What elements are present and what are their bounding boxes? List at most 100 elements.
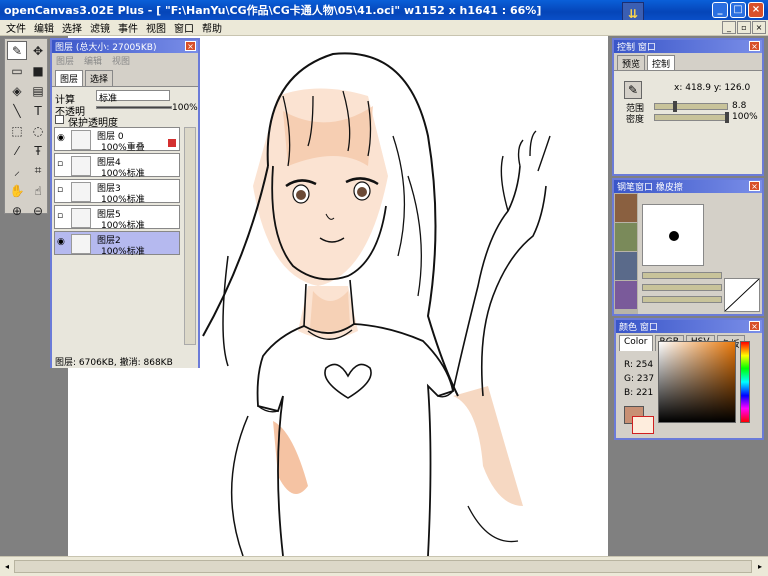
visibility-eye-icon[interactable]: ◉: [57, 237, 69, 249]
layer-thumbnail: [71, 234, 91, 254]
layer-row[interactable]: ◉ 图层 0 100%重叠: [54, 127, 180, 153]
layers-body: 计算 标准 不透明 100% 保护透明度 ◉ 图层 0 100%重叠 ▫ 图层4 100%…: [52, 86, 198, 368]
layer-row[interactable]: ◉ 图层2 100%标准: [54, 231, 180, 257]
mdi-close-button[interactable]: ×: [752, 21, 766, 34]
zoom-in-tool-icon[interactable]: ⊕: [7, 201, 27, 220]
red-value: R: 254: [624, 360, 654, 370]
menu-window[interactable]: 窗口: [170, 20, 198, 35]
mdi-restore-button[interactable]: ▫: [737, 21, 751, 34]
control-panel: 控制 窗口 × 预览 控制 ✎ x: 418.9 y: 126.0 范围 8.8…: [612, 38, 764, 176]
layer-mode: 100%标准: [101, 247, 145, 257]
hue-slider[interactable]: [740, 341, 750, 423]
brush-preset-pen-icon[interactable]: [615, 194, 637, 222]
foreground-color-swatch[interactable]: [632, 416, 654, 434]
control-panel-close-icon[interactable]: ×: [749, 41, 760, 51]
memory-footer: 图层: 6706KB, 撤消: 868KB: [55, 358, 173, 368]
maximize-button[interactable]: □: [730, 2, 746, 18]
pen-slider-3[interactable]: [642, 296, 722, 303]
layer-mode: 100%标准: [101, 169, 145, 179]
hand-tool-icon[interactable]: ✋: [7, 181, 27, 200]
visibility-eye-icon[interactable]: ▫: [57, 211, 69, 223]
layers-submenu-view[interactable]: 视图: [112, 54, 130, 67]
move-tool-icon[interactable]: ✥: [28, 41, 48, 60]
line-tool-icon[interactable]: ╲: [7, 101, 27, 120]
brush-size-preview: [642, 204, 704, 266]
dropper-tool-icon[interactable]: ⁄: [7, 141, 27, 160]
horizontal-scrollbar[interactable]: ◂ ▸: [0, 556, 768, 576]
saturation-value-picker[interactable]: [658, 341, 736, 423]
density-label: 密度: [626, 115, 645, 125]
layer-marker-icon: [168, 139, 176, 147]
window-title: openCanvas3.02E Plus - [ "F:\HanYu\CG作品\…: [4, 4, 542, 17]
brush-preset-marker-icon[interactable]: [615, 223, 637, 251]
green-value: G: 237: [624, 374, 655, 384]
opacity-slider[interactable]: [96, 106, 172, 109]
layer-row[interactable]: ▫ 图层4 100%标准: [54, 153, 180, 179]
layers-panel-title: 图层 (总大小: 27005KB) ×: [52, 40, 198, 53]
pen-preset-list: [614, 193, 638, 314]
pen-slider-1[interactable]: [642, 272, 722, 279]
scroll-thumb[interactable]: [14, 560, 752, 573]
scroll-right-arrow-icon[interactable]: ▸: [754, 560, 766, 573]
tab-layers[interactable]: 图层: [55, 70, 84, 86]
menu-view[interactable]: 视图: [142, 20, 170, 35]
rotate-hand-tool-icon[interactable]: ☝: [28, 181, 48, 200]
pressure-curve-graph: [724, 278, 760, 312]
layers-panel-close-icon[interactable]: ×: [185, 41, 196, 51]
layer-thumbnail: [71, 130, 91, 150]
blend-mode-select[interactable]: 标准: [96, 90, 170, 104]
zoom-out-tool-icon[interactable]: ⊖: [28, 201, 48, 220]
close-button[interactable]: ×: [748, 2, 764, 18]
opacity-value: 100%: [172, 103, 198, 113]
menu-help[interactable]: 帮助: [198, 20, 226, 35]
color-panel: 颜色 窗口 × Color RGB HSV 色板 R: 254 G: 237 B…: [614, 318, 764, 440]
density-slider[interactable]: [654, 112, 729, 123]
window-title-bar: openCanvas3.02E Plus - [ "F:\HanYu\CG作品\…: [0, 0, 768, 20]
layer-row[interactable]: ▫ 图层3 100%标准: [54, 179, 180, 205]
bucket-tool-icon[interactable]: ◈: [7, 81, 27, 100]
eyedropper-tool-icon[interactable]: ⸝: [7, 161, 27, 180]
layer-mode: 100%重叠: [101, 143, 145, 153]
color-panel-close-icon[interactable]: ×: [749, 321, 760, 331]
fill-rect-tool-icon[interactable]: ■: [28, 61, 48, 80]
brush-preset-airbrush-icon[interactable]: [615, 252, 637, 280]
visibility-eye-icon[interactable]: ▫: [57, 159, 69, 171]
mdi-minimize-button[interactable]: _: [722, 21, 736, 34]
menu-edit[interactable]: 编辑: [30, 20, 58, 35]
brush-preset-water-icon[interactable]: [615, 281, 637, 309]
menu-filter[interactable]: 滤镜: [86, 20, 114, 35]
layers-submenu-layer[interactable]: 图层: [56, 54, 74, 67]
visibility-eye-icon[interactable]: ◉: [57, 133, 69, 145]
tab-selection[interactable]: 选择: [85, 70, 114, 86]
marquee-tool-icon[interactable]: ⬚: [7, 121, 27, 140]
density-value: 100%: [732, 112, 758, 122]
text-tool-icon[interactable]: T: [28, 101, 48, 120]
layer-list-scrollbar[interactable]: [184, 127, 196, 345]
scroll-left-arrow-icon[interactable]: ◂: [1, 560, 13, 573]
crop-tool-icon[interactable]: ⌗: [28, 161, 48, 180]
rect-select-tool-icon[interactable]: ▭: [7, 61, 27, 80]
menu-file[interactable]: 文件: [2, 20, 30, 35]
layers-submenu-edit[interactable]: 编辑: [84, 54, 102, 67]
tab-preview[interactable]: 预览: [617, 55, 646, 71]
visibility-eye-icon[interactable]: ▫: [57, 185, 69, 197]
pen-panel-close-icon[interactable]: ×: [749, 181, 760, 191]
text-outline-tool-icon[interactable]: Ŧ: [28, 141, 48, 160]
menu-bar: 文件 编辑 选择 滤镜 事件 视图 窗口 帮助 _ ▫ ×: [0, 20, 768, 36]
tab-color[interactable]: Color: [619, 335, 653, 351]
layer-thumbnail: [71, 156, 91, 176]
layer-row[interactable]: ▫ 图层5 100%标准: [54, 205, 180, 231]
menu-event[interactable]: 事件: [114, 20, 142, 35]
protect-transparency-checkbox[interactable]: [55, 115, 64, 124]
range-value: 8.8: [732, 101, 747, 111]
lasso-tool-icon[interactable]: ◌: [28, 121, 48, 140]
pressure-curve[interactable]: [724, 278, 760, 312]
menu-select[interactable]: 选择: [58, 20, 86, 35]
gradient-tool-icon[interactable]: ▤: [28, 81, 48, 100]
pen-slider-2[interactable]: [642, 284, 722, 291]
brush-preview-icon[interactable]: ✎: [624, 81, 642, 99]
tab-control[interactable]: 控制: [647, 55, 676, 71]
range-slider[interactable]: [654, 101, 728, 112]
minimize-button[interactable]: _: [712, 2, 728, 18]
pen-tool-icon[interactable]: ✎: [7, 41, 27, 60]
